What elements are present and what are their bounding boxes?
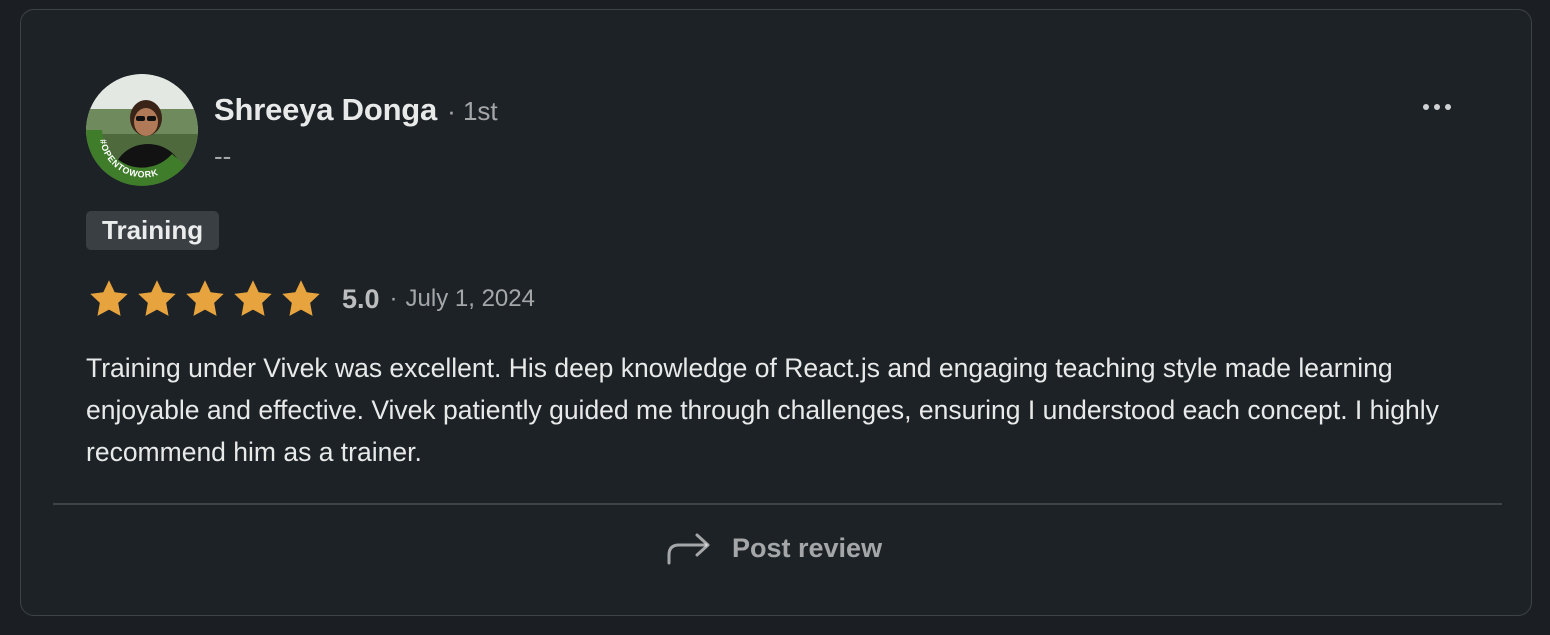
star-icon [90, 280, 128, 316]
star-rating [86, 277, 326, 321]
review-date: July 1, 2024 [405, 285, 535, 312]
star-icon [186, 280, 224, 316]
rating-separator: · [389, 285, 398, 312]
connection-degree: · 1st [447, 96, 498, 126]
post-review-label: Post review [732, 532, 883, 563]
star-icon [138, 280, 176, 316]
rating-score: 5.0 [342, 283, 380, 314]
more-options-button[interactable] [1417, 92, 1457, 122]
avatar[interactable]: #OPENTOWORK [86, 74, 198, 186]
review-card: #OPENTOWORK Shreeya Donga · 1st -- Train… [20, 9, 1532, 616]
star-icon [282, 280, 320, 316]
share-arrow-icon [667, 533, 710, 565]
star-icon [234, 280, 272, 316]
post-review-button[interactable]: Post review [666, 524, 882, 572]
review-text: Training under Vivek was excellent. His … [86, 353, 1439, 467]
ellipsis-icon [1423, 104, 1451, 110]
service-tag: Training [86, 211, 220, 250]
rating-row: 5.0 · July 1, 2024 [86, 277, 535, 321]
avatar-photo: #OPENTOWORK [86, 74, 198, 186]
divider [53, 503, 1502, 505]
author-headline: -- [214, 141, 232, 171]
author-name[interactable]: Shreeya Donga [214, 92, 437, 128]
author-row: Shreeya Donga · 1st [214, 92, 498, 128]
